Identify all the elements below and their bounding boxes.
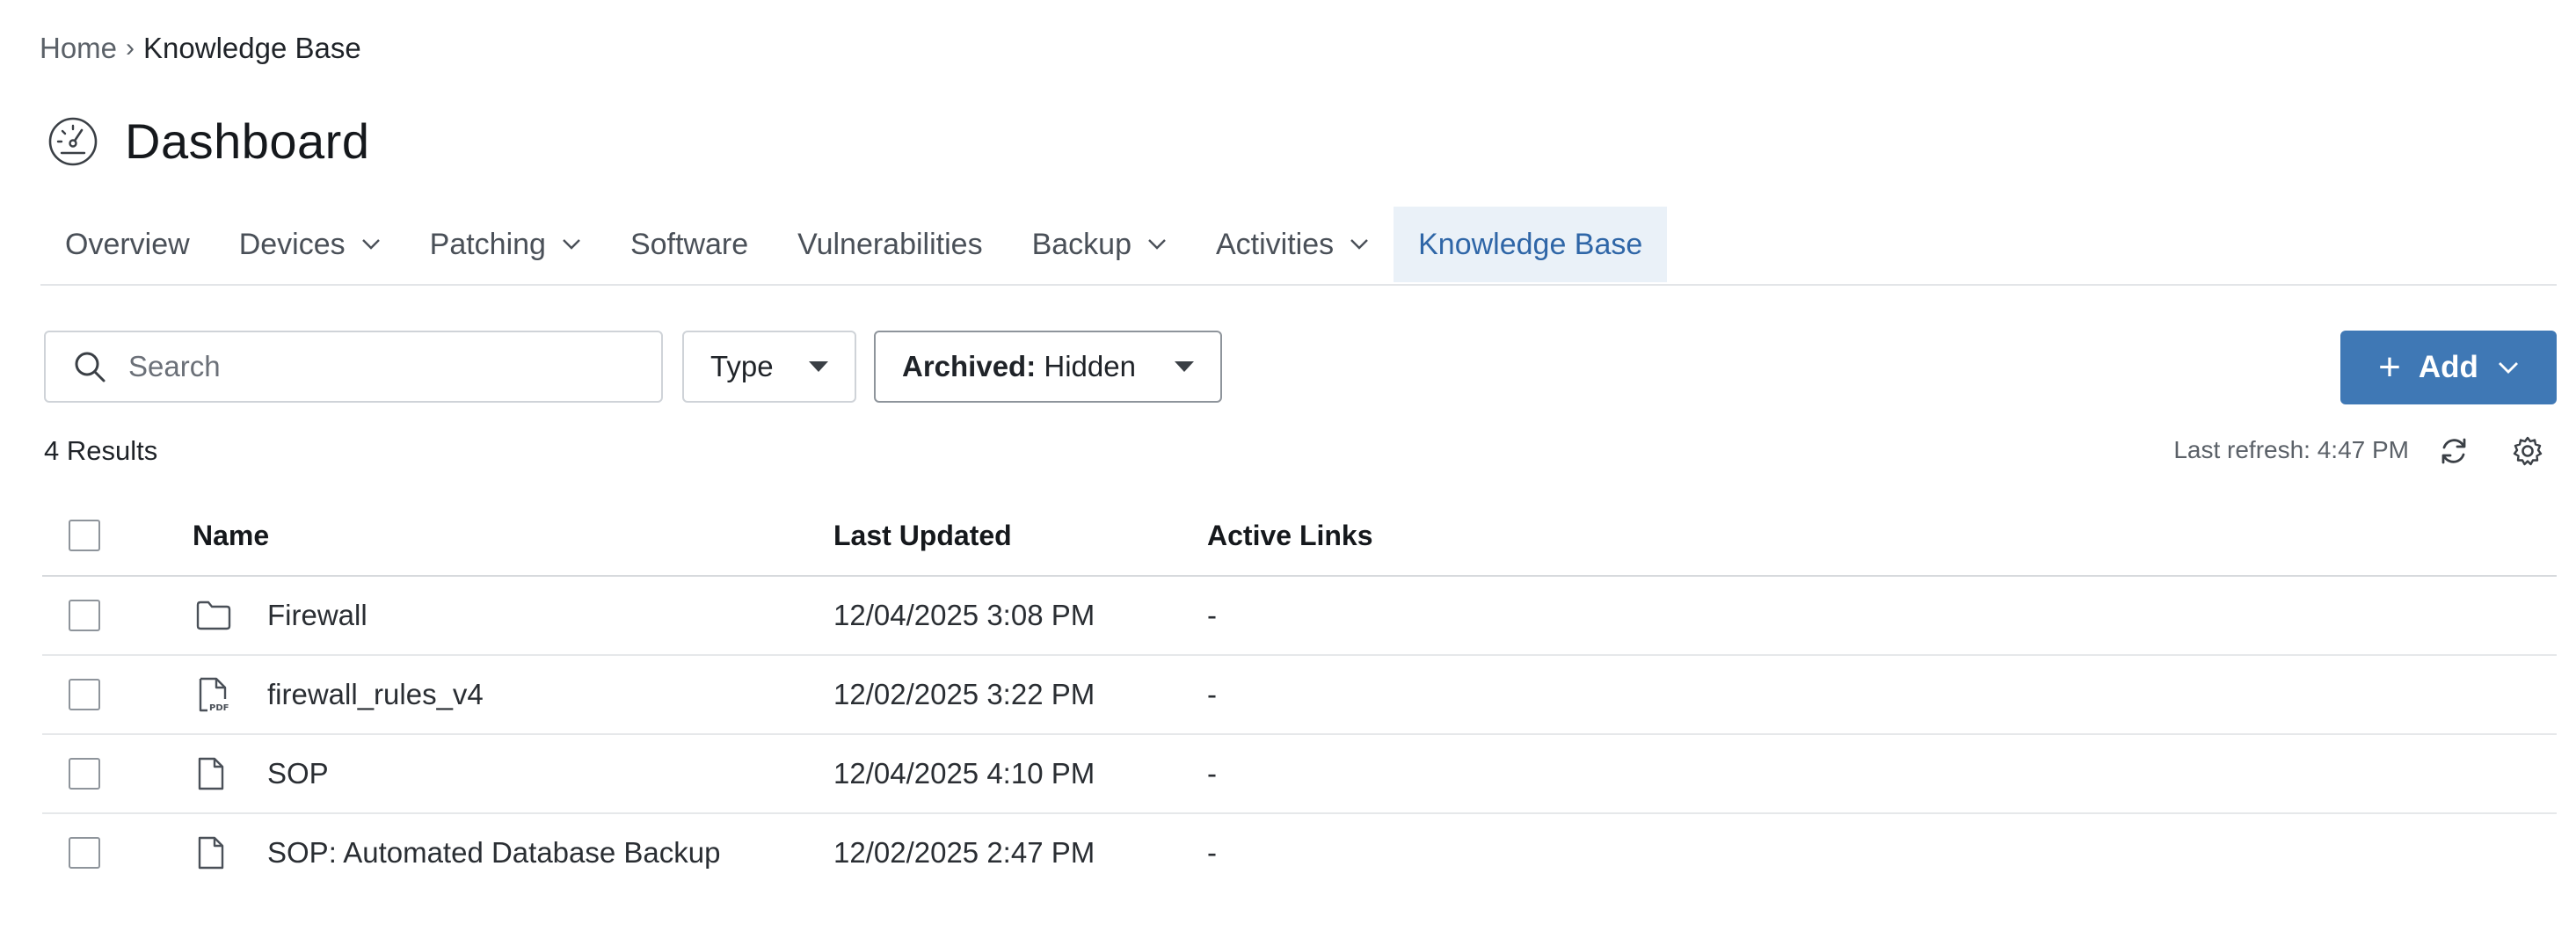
tab-overview[interactable]: Overview	[40, 207, 215, 282]
caret-down-icon	[1175, 361, 1194, 372]
row-checkbox[interactable]	[69, 837, 100, 869]
tab-knowledge-base[interactable]: Knowledge Base	[1394, 207, 1668, 282]
table-row[interactable]: SOP: Automated Database Backup 12/02/202…	[42, 814, 2557, 892]
last-refresh-text: Last refresh: 4:47 PM	[2173, 436, 2409, 463]
archived-filter-dropdown[interactable]: Archived: Hidden	[874, 331, 1222, 403]
row-checkbox[interactable]	[69, 758, 100, 790]
plus-icon: +	[2378, 346, 2401, 389]
tab-backup[interactable]: Backup	[1008, 207, 1191, 282]
tab-label: Devices	[238, 227, 346, 261]
archived-filter-key: Archived:	[902, 350, 1037, 382]
tab-devices[interactable]: Devices	[215, 207, 405, 282]
last-updated-cell: 12/04/2025 3:08 PM	[833, 599, 1095, 631]
pdf-file-icon: PDF	[199, 677, 229, 713]
column-header-active-links[interactable]: Active Links	[1207, 520, 1373, 552]
tab-label: Vulnerabilities	[797, 227, 983, 261]
folder-icon	[196, 601, 231, 630]
row-checkbox[interactable]	[69, 679, 100, 710]
chevron-down-icon	[563, 239, 580, 250]
item-name-link[interactable]: SOP: Automated Database Backup	[267, 836, 720, 870]
tab-label: Backup	[1031, 227, 1132, 261]
table-header: Name Last Updated Active Links	[42, 496, 2557, 577]
add-button-label: Add	[2418, 350, 2478, 384]
breadcrumb: Home › Knowledge Base	[40, 32, 361, 65]
table-row[interactable]: PDF firewall_rules_v4 12/02/2025 3:22 PM…	[42, 656, 2557, 735]
results-count: 4 Results	[44, 435, 158, 466]
last-updated-cell: 12/04/2025 4:10 PM	[833, 757, 1095, 790]
search-box	[44, 331, 663, 403]
column-header-last-updated[interactable]: Last Updated	[833, 520, 1012, 552]
tab-label: Software	[629, 227, 749, 261]
row-checkbox[interactable]	[69, 600, 100, 631]
document-icon	[198, 836, 224, 870]
tab-label: Patching	[429, 227, 546, 261]
table-row[interactable]: Firewall 12/04/2025 3:08 PM -	[42, 577, 2557, 656]
select-all-checkbox[interactable]	[69, 520, 100, 551]
chevron-down-icon	[361, 239, 380, 250]
last-updated-cell: 12/02/2025 2:47 PM	[833, 836, 1095, 869]
column-header-name[interactable]: Name	[193, 520, 269, 552]
active-links-cell: -	[1207, 757, 1217, 790]
dashboard-gauge-icon	[48, 117, 98, 165]
tab-label: Overview	[65, 227, 190, 261]
active-links-cell: -	[1207, 599, 1217, 631]
add-button[interactable]: + Add	[2340, 331, 2557, 404]
tab-label: Activities	[1215, 227, 1335, 261]
breadcrumb-separator: ›	[126, 33, 135, 62]
item-name-link[interactable]: Firewall	[267, 599, 367, 632]
tab-vulnerabilities[interactable]: Vulnerabilities	[773, 207, 1007, 282]
tab-activities[interactable]: Activities	[1191, 207, 1394, 282]
chevron-down-icon	[2498, 362, 2518, 374]
svg-text:PDF: PDF	[209, 703, 229, 713]
search-input[interactable]	[127, 349, 622, 384]
active-links-cell: -	[1207, 836, 1217, 869]
page-header: Dashboard	[47, 113, 369, 170]
chevron-down-icon	[1350, 239, 1368, 250]
knowledge-base-table: Name Last Updated Active Links Firewall …	[42, 496, 2557, 892]
caret-down-icon	[809, 361, 828, 372]
search-icon	[75, 352, 106, 382]
document-icon	[198, 757, 224, 790]
last-updated-cell: 12/02/2025 3:22 PM	[833, 678, 1095, 710]
tab-patching[interactable]: Patching	[405, 207, 606, 282]
table-row[interactable]: SOP 12/04/2025 4:10 PM -	[42, 735, 2557, 814]
tab-label: Knowledge Base	[1418, 227, 1643, 261]
archived-filter-value: Hidden	[1044, 350, 1136, 382]
archived-filter-text: Archived: Hidden	[902, 350, 1136, 383]
type-filter-label: Type	[710, 350, 774, 382]
breadcrumb-current: Knowledge Base	[143, 32, 361, 64]
active-links-cell: -	[1207, 678, 1217, 710]
page-title: Dashboard	[125, 113, 370, 169]
refresh-icon[interactable]	[2437, 434, 2470, 468]
item-name-link[interactable]: SOP	[267, 757, 329, 790]
type-filter-dropdown[interactable]: Type	[682, 331, 856, 403]
settings-gear-icon[interactable]	[2511, 434, 2544, 468]
chevron-down-icon	[1148, 239, 1166, 250]
nav-tabs: Overview Devices Patching Software Vulne…	[40, 207, 2557, 286]
breadcrumb-home-link[interactable]: Home	[40, 32, 117, 65]
item-name-link[interactable]: firewall_rules_v4	[267, 678, 484, 711]
tab-software[interactable]: Software	[606, 207, 773, 282]
